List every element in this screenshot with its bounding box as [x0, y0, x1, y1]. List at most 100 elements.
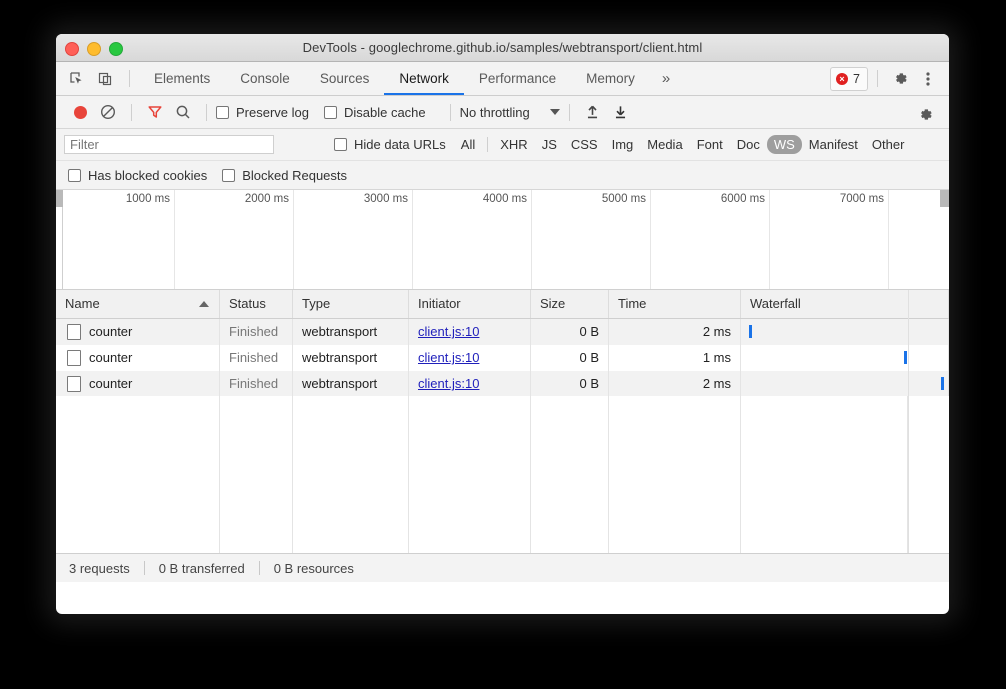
tab-memory[interactable]: Memory	[571, 62, 650, 95]
export-har-button[interactable]	[607, 99, 635, 125]
filter-chip-img[interactable]: Img	[605, 135, 641, 154]
request-initiator-link[interactable]: client.js:10	[418, 350, 479, 365]
overview-tick-1000ms: 1000 ms	[65, 193, 170, 205]
import-har-button[interactable]	[579, 99, 607, 125]
filter-chip-font[interactable]: Font	[690, 135, 730, 154]
maximize-window-button[interactable]	[109, 42, 123, 56]
request-initiator-link[interactable]: client.js:10	[418, 376, 479, 391]
column-label-name: Name	[65, 296, 100, 311]
network-status-bar: 3 requests 0 B transferred 0 B resources	[56, 553, 949, 582]
filter-button[interactable]	[141, 99, 169, 125]
disable-cache-box	[324, 106, 337, 119]
column-header-name[interactable]: Name	[56, 290, 220, 318]
devtools-window: DevTools - googlechrome.github.io/sample…	[56, 34, 949, 614]
waterfall-bar	[941, 377, 944, 390]
toolbar-divider-3	[450, 104, 451, 121]
clear-button[interactable]	[94, 99, 122, 125]
waterfall-column-divider	[908, 290, 909, 554]
preserve-log-label: Preserve log	[236, 105, 309, 120]
devtools-panel-tabbar: Elements Console Sources Network Perform…	[56, 62, 949, 96]
inspect-element-icon[interactable]	[64, 66, 90, 92]
network-filter-bar: Hide data URLs All XHR JS CSS Img Media …	[56, 129, 949, 161]
column-header-type[interactable]: Type	[293, 290, 409, 318]
network-requests-table: Name Status Type Initiator Size Time Wat…	[56, 290, 949, 582]
overview-tick-5000ms: 5000 ms	[541, 193, 646, 205]
has-blocked-cookies-checkbox[interactable]: Has blocked cookies	[68, 168, 207, 183]
blocked-requests-checkbox[interactable]: Blocked Requests	[222, 168, 347, 183]
column-header-status[interactable]: Status	[220, 290, 293, 318]
overview-tick-7000ms: 7000 ms	[779, 193, 884, 205]
kebab-menu-icon[interactable]	[915, 66, 941, 92]
hide-data-urls-checkbox[interactable]: Hide data URLs	[334, 137, 446, 152]
toolbar-divider-2	[206, 104, 207, 121]
network-overview-timeline[interactable]: 1000 ms 2000 ms 3000 ms 4000 ms 5000 ms …	[56, 190, 949, 290]
filter-chip-ws[interactable]: WS	[767, 135, 802, 154]
blocked-requests-box	[222, 169, 235, 182]
footer-divider-2	[259, 561, 260, 575]
request-waterfall-cell	[741, 319, 949, 345]
chevron-down-icon	[550, 109, 560, 115]
filter-chip-doc[interactable]: Doc	[730, 135, 767, 154]
error-count-badge[interactable]: × 7	[830, 67, 868, 91]
import-har-icon	[584, 104, 601, 121]
resources-size: 0 B resources	[274, 561, 354, 576]
tab-performance[interactable]: Performance	[464, 62, 571, 95]
column-header-initiator[interactable]: Initiator	[409, 290, 531, 318]
overview-left-grab-handle[interactable]	[56, 190, 63, 207]
transferred-size: 0 B transferred	[159, 561, 245, 576]
overview-tick-4000ms: 4000 ms	[422, 193, 527, 205]
network-toolbar: Preserve log Disable cache No throttling	[56, 96, 949, 129]
table-row[interactable]: counter Finished webtransport client.js:…	[56, 319, 949, 345]
request-type: webtransport	[293, 345, 409, 371]
request-time: 2 ms	[609, 319, 741, 345]
tab-sources[interactable]: Sources	[305, 62, 385, 95]
export-har-icon	[612, 104, 629, 121]
sort-ascending-icon	[199, 301, 209, 307]
filter-input[interactable]	[64, 135, 274, 154]
filter-chip-js[interactable]: JS	[535, 135, 564, 154]
more-tabs-chevron-icon[interactable]: »	[650, 62, 682, 95]
toolbar-divider-4	[569, 104, 570, 121]
network-settings-gear-icon[interactable]	[911, 101, 939, 127]
tab-elements[interactable]: Elements	[139, 62, 225, 95]
table-row[interactable]: counter Finished webtransport client.js:…	[56, 371, 949, 397]
footer-divider-1	[144, 561, 145, 575]
filter-chip-other[interactable]: Other	[865, 135, 912, 154]
gear-icon[interactable]	[887, 66, 913, 92]
hide-data-urls-label: Hide data URLs	[354, 137, 446, 152]
search-button[interactable]	[169, 99, 197, 125]
filter-chip-xhr[interactable]: XHR	[493, 135, 534, 154]
filter-chip-all[interactable]: All	[454, 135, 482, 154]
waterfall-bar	[904, 351, 907, 364]
request-name: counter	[89, 319, 132, 345]
tab-console[interactable]: Console	[225, 62, 305, 95]
error-icon: ×	[836, 73, 848, 85]
column-header-time[interactable]: Time	[609, 290, 741, 318]
request-waterfall-cell	[741, 345, 949, 371]
throttling-dropdown[interactable]: No throttling	[460, 105, 560, 120]
preserve-log-checkbox[interactable]: Preserve log	[216, 105, 309, 120]
table-row[interactable]: counter Finished webtransport client.js:…	[56, 345, 949, 371]
request-waterfall-cell	[741, 371, 949, 397]
close-window-button[interactable]	[65, 42, 79, 56]
table-header-row: Name Status Type Initiator Size Time Wat…	[56, 290, 949, 319]
filter-chip-css[interactable]: CSS	[564, 135, 605, 154]
column-header-waterfall[interactable]: Waterfall	[741, 290, 949, 318]
minimize-window-button[interactable]	[87, 42, 101, 56]
filter-chip-manifest[interactable]: Manifest	[802, 135, 865, 154]
column-header-size[interactable]: Size	[531, 290, 609, 318]
search-icon	[175, 104, 191, 120]
request-status: Finished	[220, 345, 293, 371]
filter-chip-media[interactable]: Media	[640, 135, 689, 154]
overview-right-grab-handle[interactable]	[940, 190, 949, 207]
tab-network[interactable]: Network	[384, 62, 464, 95]
waterfall-bar	[749, 325, 752, 338]
request-type: webtransport	[293, 371, 409, 397]
overview-tick-3000ms: 3000 ms	[303, 193, 408, 205]
device-toolbar-icon[interactable]	[92, 66, 118, 92]
request-initiator-link[interactable]: client.js:10	[418, 324, 479, 339]
toolbar-divider-1	[131, 104, 132, 121]
disable-cache-checkbox[interactable]: Disable cache	[324, 105, 426, 120]
request-status: Finished	[220, 371, 293, 397]
record-button[interactable]	[66, 99, 94, 125]
